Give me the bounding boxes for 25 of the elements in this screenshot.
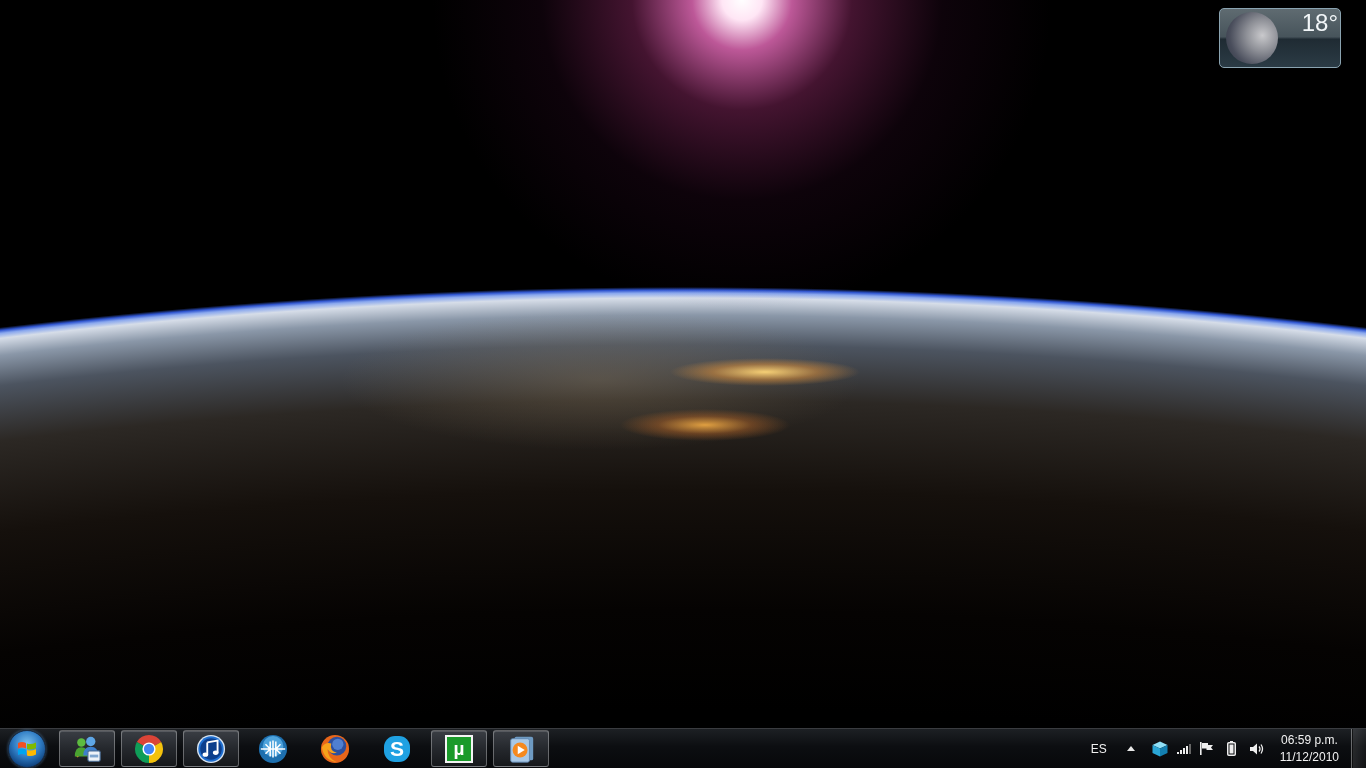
taskbar-button[interactable] — [121, 730, 177, 767]
weather-gadget[interactable]: 18° — [1219, 8, 1341, 68]
taskbar-button[interactable]: µ — [431, 730, 487, 767]
taskbar-button[interactable] — [59, 730, 115, 767]
moon-picture — [1226, 12, 1278, 64]
letter-logo: S — [384, 735, 410, 762]
start-button[interactable] — [8, 729, 46, 768]
clock-button[interactable]: 06:59 p.m. 11/12/2010 — [1277, 731, 1341, 766]
taskbar-button[interactable] — [183, 730, 239, 767]
globe-swirl-icon — [320, 733, 350, 764]
temperature-reading: 18° — [1301, 10, 1338, 36]
speaker-icon[interactable] — [1249, 742, 1264, 755]
battery-icon[interactable] — [1226, 741, 1236, 756]
disc-logo-icon — [258, 733, 288, 764]
pane-flag-icon — [17, 739, 37, 758]
signal-bars-icon[interactable] — [1176, 743, 1191, 754]
caret-icon[interactable] — [1126, 746, 1135, 751]
language-indicator[interactable]: ES — [1090, 741, 1107, 756]
letter-logo: µ — [445, 734, 473, 763]
flag-icon[interactable] — [1199, 742, 1213, 755]
ring-logo-icon — [134, 733, 164, 764]
music-note-icon — [196, 733, 226, 764]
show-desktop-button[interactable] — [1351, 729, 1366, 768]
cube-icon[interactable] — [1151, 740, 1168, 757]
taskbar-button[interactable] — [493, 730, 549, 767]
